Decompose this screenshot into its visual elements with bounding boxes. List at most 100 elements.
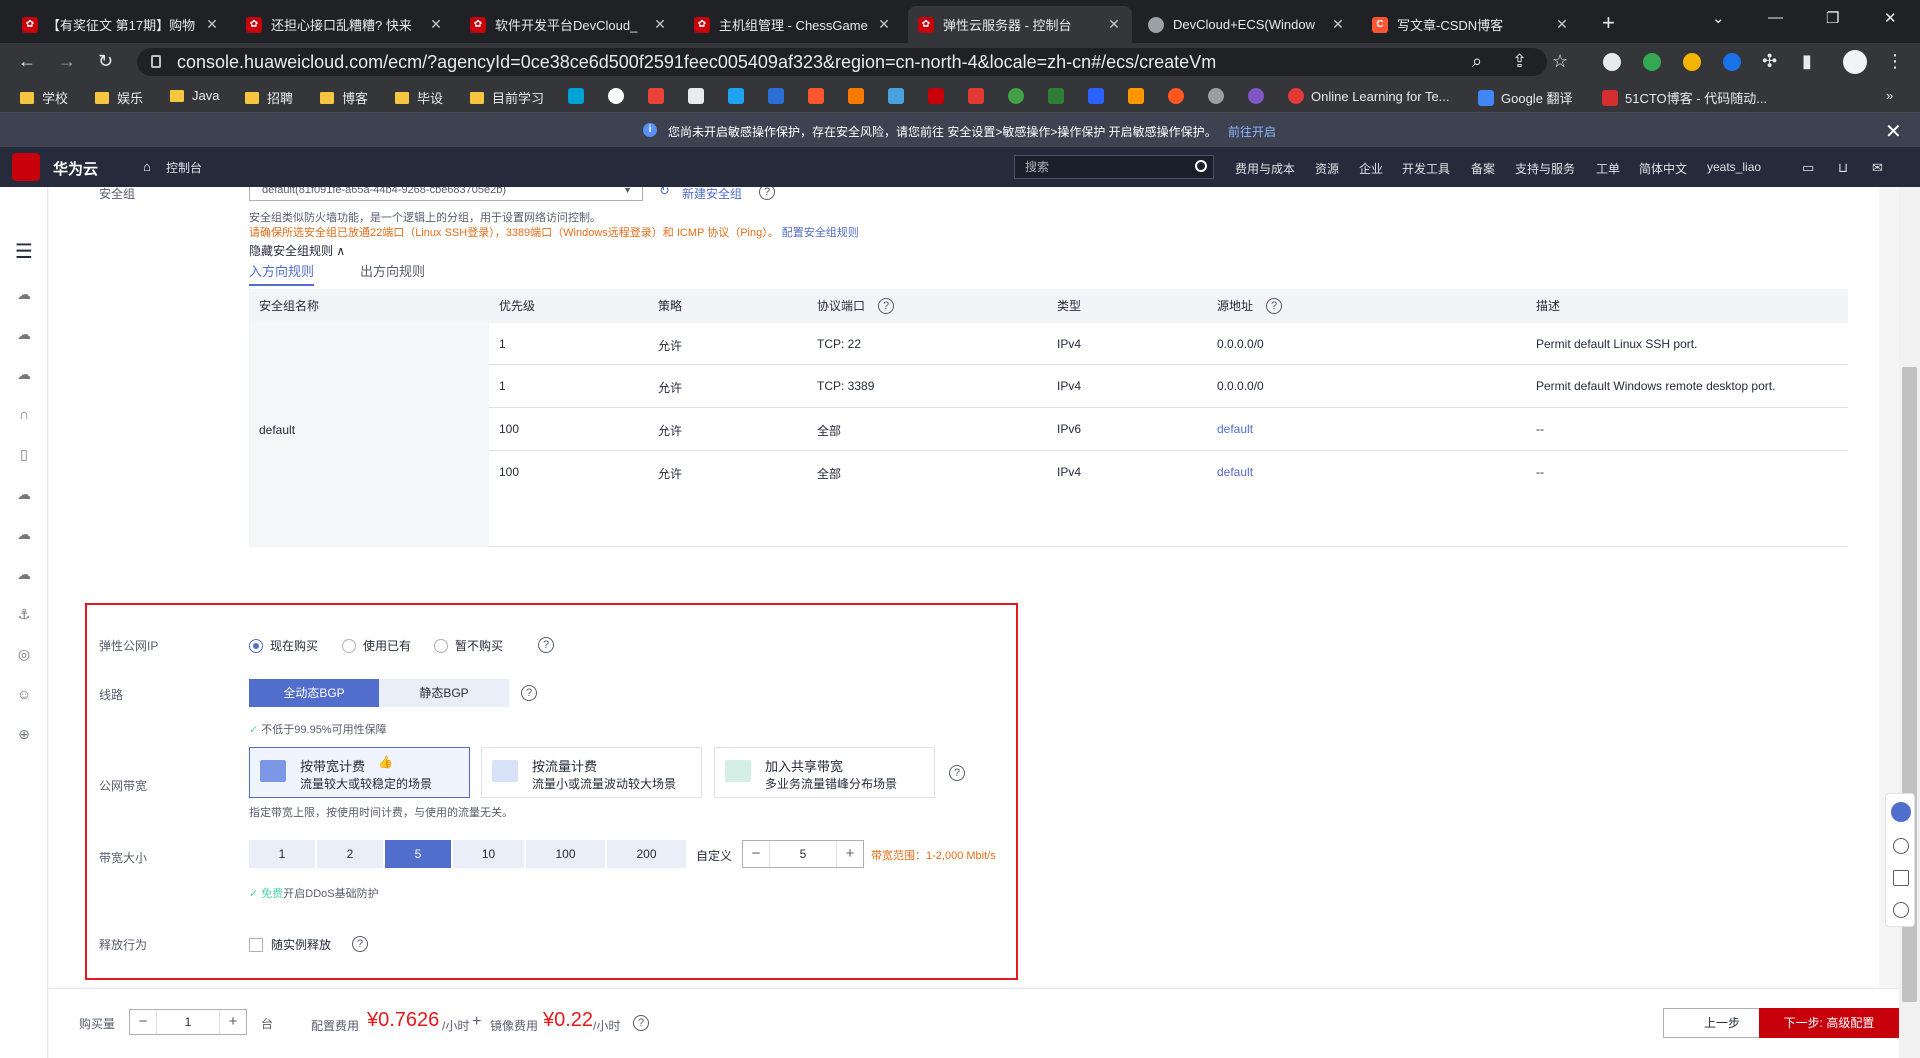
bookmark-shortcut[interactable] (568, 88, 591, 104)
bookmark-shortcut[interactable] (688, 88, 711, 104)
profile-avatar[interactable] (1843, 50, 1867, 74)
help-icon[interactable] (1893, 838, 1909, 854)
home-icon[interactable]: ⌂ (143, 159, 151, 174)
bookmark-shortcut[interactable] (1088, 88, 1111, 104)
go-enable-link[interactable]: 前往开启 (1228, 123, 1276, 140)
close-tab-icon[interactable]: ✕ (652, 16, 668, 33)
plus-icon[interactable]: + (220, 1010, 246, 1034)
quantity-stepper[interactable]: − 1 + (129, 1009, 247, 1035)
compass-service-icon[interactable]: ◎ (15, 646, 33, 664)
refresh-icon[interactable]: ↻ (659, 187, 670, 199)
nav-cost[interactable]: 费用与成本 (1235, 160, 1295, 177)
console-search-input[interactable]: 搜索 (1014, 155, 1214, 179)
nav-tickets[interactable]: 工单 (1596, 160, 1620, 177)
extension-icon[interactable] (1723, 53, 1741, 71)
nav-filing[interactable]: 备案 (1471, 160, 1495, 177)
nav-support[interactable]: 支持与服务 (1515, 160, 1575, 177)
browser-tab[interactable]: ✿ 软件开发平台DevCloud_ ✕ (460, 6, 678, 43)
side-panel-icon[interactable]: ▮ (1802, 51, 1812, 72)
bookmark-link[interactable]: Online Learning for Te... (1288, 88, 1450, 104)
minus-icon[interactable]: − (130, 1010, 156, 1034)
globe-service-icon[interactable]: ⊕ (15, 726, 33, 744)
browser-tab[interactable]: ✿ 主机组管理 - ChessGame ✕ (684, 6, 902, 43)
terminal-icon[interactable]: ▭ (1802, 160, 1814, 176)
brand-name[interactable]: 华为云 (53, 158, 98, 179)
document-service-icon[interactable]: ▯ (15, 446, 33, 464)
bookmark-folder[interactable]: 博客 (320, 88, 368, 107)
extension-icon[interactable] (1603, 53, 1621, 71)
bookmark-shortcut[interactable] (848, 88, 871, 104)
close-banner-icon[interactable]: ✕ (1885, 119, 1902, 144)
maximize-icon[interactable]: ❐ (1826, 9, 1839, 27)
close-tab-icon[interactable]: ✕ (876, 16, 892, 33)
smiley-icon[interactable] (1893, 902, 1909, 918)
bookmark-shortcut[interactable] (1008, 88, 1031, 104)
hide-rules-toggle[interactable]: 隐藏安全组规则 ∧ (249, 242, 345, 259)
close-window-icon[interactable]: ✕ (1884, 9, 1897, 27)
bookmark-shortcut[interactable] (1208, 88, 1231, 104)
nav-enterprise[interactable]: 企业 (1359, 160, 1383, 177)
nav-resources[interactable]: 资源 (1315, 160, 1339, 177)
bookmark-shortcut[interactable] (928, 88, 951, 104)
browser-tab[interactable]: DevCloud+ECS(Window ✕ (1138, 6, 1356, 43)
bookmark-link[interactable]: 51CTO博客 - 代码随动... (1602, 88, 1767, 107)
new-security-group-link[interactable]: 新建安全组 (682, 187, 742, 202)
page-scrollbar[interactable] (1899, 187, 1920, 1058)
bookmark-folder[interactable]: 毕设 (395, 88, 443, 107)
close-tab-icon[interactable]: ✕ (1554, 16, 1570, 33)
share-icon[interactable]: ⇪ (1512, 51, 1527, 72)
customer-service-icon[interactable] (1891, 802, 1911, 822)
close-tab-icon[interactable]: ✕ (428, 16, 444, 33)
bookmark-shortcut[interactable] (648, 88, 671, 104)
close-tab-icon[interactable]: ✕ (1330, 16, 1346, 33)
minimize-icon[interactable]: — (1768, 9, 1783, 26)
bookmark-shortcut[interactable] (768, 88, 791, 104)
bridge-service-icon[interactable]: ∩ (15, 406, 33, 424)
bookmark-shortcut[interactable] (808, 88, 831, 104)
browser-tab[interactable]: ✿ 还担心接口乱糟糟? 快来 ✕ (236, 6, 454, 43)
reload-icon[interactable]: ↻ (98, 51, 113, 72)
cloud-service-icon[interactable]: ☁ (15, 566, 33, 584)
cart-icon[interactable]: ⊔ (1838, 160, 1848, 176)
security-group-select[interactable]: default(81f091fe-a65a-44b4-9268-cbe68370… (249, 187, 643, 201)
source-group-link[interactable]: default (1217, 465, 1253, 479)
bookmark-star-icon[interactable]: ☆ (1552, 51, 1568, 72)
bookmark-shortcut[interactable] (1128, 88, 1151, 104)
browser-tab-active[interactable]: ✿ 弹性云服务器 - 控制台 ✕ (908, 6, 1132, 43)
bookmark-folder[interactable]: 娱乐 (95, 88, 143, 107)
config-cost-value[interactable]: ¥0.7626 (367, 1009, 439, 1032)
console-link[interactable]: 控制台 (166, 159, 202, 176)
nav-language[interactable]: 简体中文 (1639, 160, 1687, 177)
extension-icon[interactable] (1683, 53, 1701, 71)
help-icon[interactable]: ? (633, 1015, 649, 1031)
search-icon[interactable] (1195, 160, 1207, 172)
help-icon[interactable]: ? (759, 187, 775, 200)
bookmark-shortcut[interactable] (968, 88, 991, 104)
anchor-service-icon[interactable]: ⚓ (15, 606, 33, 624)
nav-username[interactable]: yeats_liao (1707, 160, 1761, 174)
bookmark-folder[interactable]: 学校 (20, 88, 68, 107)
users-service-icon[interactable]: ☺ (15, 686, 33, 704)
bookmark-folder[interactable]: Java (170, 88, 219, 103)
source-group-link[interactable]: default (1217, 422, 1253, 436)
tab-inbound-rules[interactable]: 入方向规则 (249, 261, 315, 286)
tab-search-icon[interactable]: ⌄ (1712, 9, 1725, 27)
cloud-service-icon[interactable]: ☁ (15, 286, 33, 304)
forward-icon[interactable]: → (58, 51, 76, 72)
url-field[interactable]: console.huaweicloud.com/ecm/?agencyId=0c… (137, 48, 1547, 76)
extensions-puzzle-icon[interactable]: ✣ (1762, 51, 1777, 72)
bookmark-folder[interactable]: 目前学习 (470, 88, 544, 107)
bookmark-shortcut[interactable] (1048, 88, 1071, 104)
zoom-icon[interactable]: ⌕ (1472, 51, 1482, 72)
close-tab-icon[interactable]: ✕ (1106, 16, 1122, 33)
huawei-logo-icon[interactable] (12, 153, 40, 181)
extension-icon[interactable] (1643, 53, 1661, 71)
feedback-icon[interactable] (1893, 870, 1909, 886)
more-bookmarks-icon[interactable]: » (1886, 88, 1893, 103)
help-icon[interactable]: ? (1266, 298, 1282, 314)
help-icon[interactable]: ? (878, 298, 894, 314)
close-tab-icon[interactable]: ✕ (204, 16, 220, 33)
next-step-button[interactable]: 下一步: 高级配置 (1759, 1008, 1899, 1038)
bookmark-shortcut[interactable] (1168, 88, 1191, 104)
hamburger-menu-icon[interactable]: ☰ (15, 239, 33, 263)
